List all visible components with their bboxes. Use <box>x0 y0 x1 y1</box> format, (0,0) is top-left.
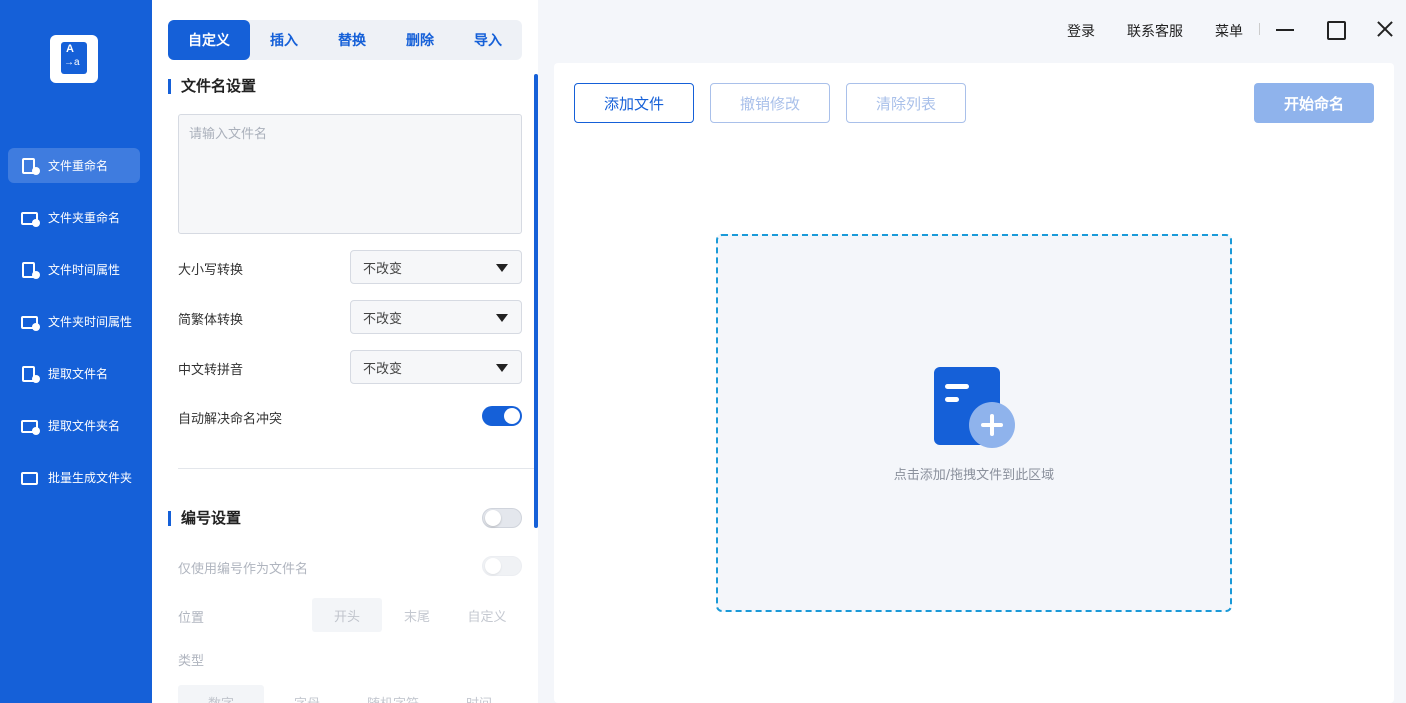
only-number-label: 仅使用编号作为文件名 <box>178 562 309 577</box>
topbar-separator <box>1259 23 1260 35</box>
caret-down-icon <box>496 314 508 322</box>
type-letter[interactable]: 字母 <box>264 685 350 703</box>
caret-down-icon <box>496 364 508 372</box>
tab-delete[interactable]: 删除 <box>386 20 454 60</box>
close-icon[interactable] <box>1374 18 1396 40</box>
sidebar: 文件重命名 文件夹重命名 文件时间属性 文件夹时间属性 提取文件名 提取文件夹名… <box>0 0 152 703</box>
type-label: 类型 <box>178 654 205 669</box>
sidebar-item-label: 文件夹重命名 <box>48 211 121 225</box>
mode-tabs: 自定义 插入 替换 删除 导入 <box>168 20 522 60</box>
sidebar-item-extract-filename[interactable]: 提取文件名 <box>8 356 140 391</box>
sidebar-item-label: 文件夹时间属性 <box>48 315 133 329</box>
minimize-icon[interactable] <box>1274 18 1296 40</box>
file-edit-icon <box>20 157 40 175</box>
pinyin-label: 中文转拼音 <box>178 363 244 378</box>
only-number-toggle[interactable] <box>482 556 522 576</box>
panel-scrollbar[interactable] <box>534 74 538 528</box>
folder-extract-icon <box>20 417 40 435</box>
folders-batch-icon <box>20 469 40 487</box>
menu-link[interactable]: 菜单 <box>1215 21 1243 41</box>
sidebar-nav: 文件重命名 文件夹重命名 文件时间属性 文件夹时间属性 提取文件名 提取文件夹名… <box>8 148 140 512</box>
sidebar-item-label: 文件重命名 <box>48 159 109 173</box>
position-segment: 开头 末尾 自定义 <box>312 598 522 632</box>
clear-list-button[interactable]: 清除列表 <box>846 83 966 123</box>
tab-custom[interactable]: 自定义 <box>168 20 250 60</box>
sidebar-item-folder-rename[interactable]: 文件夹重命名 <box>8 200 140 235</box>
login-link[interactable]: 登录 <box>1067 21 1095 41</box>
sidebar-item-label: 批量生成文件夹 <box>48 471 133 485</box>
dropzone-hint: 点击添加/拖拽文件到此区域 <box>893 468 1055 483</box>
undo-button[interactable]: 撤销修改 <box>710 83 830 123</box>
sidebar-item-label: 文件时间属性 <box>48 263 121 277</box>
type-segment: 数字 字母 随机字符 时间 <box>178 685 522 703</box>
conflict-label: 自动解决命名冲突 <box>178 412 283 427</box>
sidebar-item-folder-time[interactable]: 文件夹时间属性 <box>8 304 140 339</box>
type-number[interactable]: 数字 <box>178 685 264 703</box>
add-files-button[interactable]: 添加文件 <box>574 83 694 123</box>
file-dropzone[interactable]: 点击添加/拖拽文件到此区域 <box>716 234 1232 612</box>
conflict-toggle[interactable] <box>482 406 522 426</box>
filename-input[interactable] <box>178 114 522 234</box>
trad-simplified-label: 简繁体转换 <box>178 313 244 328</box>
position-start[interactable]: 开头 <box>312 598 382 632</box>
folder-clock-icon <box>20 313 40 331</box>
app-logo-icon <box>50 35 98 83</box>
case-conversion-select[interactable]: 不改变 <box>350 250 522 284</box>
position-end[interactable]: 末尾 <box>382 598 452 632</box>
section-divider <box>178 468 534 469</box>
type-time[interactable]: 时间 <box>436 685 522 703</box>
position-custom[interactable]: 自定义 <box>452 598 522 632</box>
pinyin-select[interactable]: 不改变 <box>350 350 522 384</box>
plus-circle-icon <box>969 402 1015 448</box>
select-value: 不改变 <box>363 261 403 277</box>
file-extract-icon <box>20 365 40 383</box>
tab-insert[interactable]: 插入 <box>250 20 318 60</box>
start-rename-button[interactable]: 开始命名 <box>1254 83 1374 123</box>
select-value: 不改变 <box>363 361 403 377</box>
title-bar: 登录 联系客服 菜单 <box>538 0 1406 60</box>
caret-down-icon <box>496 264 508 272</box>
tab-import[interactable]: 导入 <box>454 20 522 60</box>
settings-panel: 自定义 插入 替换 删除 导入 文件名设置 大小写转换 不改变 简繁体转换 不改… <box>152 0 538 703</box>
maximize-icon[interactable] <box>1324 18 1346 40</box>
file-clock-icon <box>20 261 40 279</box>
sidebar-item-file-rename[interactable]: 文件重命名 <box>8 148 140 183</box>
sidebar-item-file-time[interactable]: 文件时间属性 <box>8 252 140 287</box>
trad-simplified-select[interactable]: 不改变 <box>350 300 522 334</box>
sidebar-item-label: 提取文件夹名 <box>48 419 121 433</box>
position-label: 位置 <box>178 611 205 626</box>
select-value: 不改变 <box>363 311 403 327</box>
main-content: 添加文件 撤销修改 清除列表 开始命名 点击添加/拖拽文件到此区域 <box>554 63 1394 703</box>
case-conversion-label: 大小写转换 <box>178 263 244 278</box>
sidebar-item-label: 提取文件名 <box>48 367 109 381</box>
sidebar-item-extract-foldername[interactable]: 提取文件夹名 <box>8 408 140 443</box>
numbering-settings-title: 编号设置 <box>168 511 241 526</box>
sidebar-item-batch-folders[interactable]: 批量生成文件夹 <box>8 460 140 495</box>
filename-settings-title: 文件名设置 <box>168 79 256 94</box>
tab-replace[interactable]: 替换 <box>318 20 386 60</box>
numbering-toggle[interactable] <box>482 508 522 528</box>
support-link[interactable]: 联系客服 <box>1127 21 1183 41</box>
folder-edit-icon <box>20 209 40 227</box>
type-random[interactable]: 随机字符 <box>350 685 436 703</box>
